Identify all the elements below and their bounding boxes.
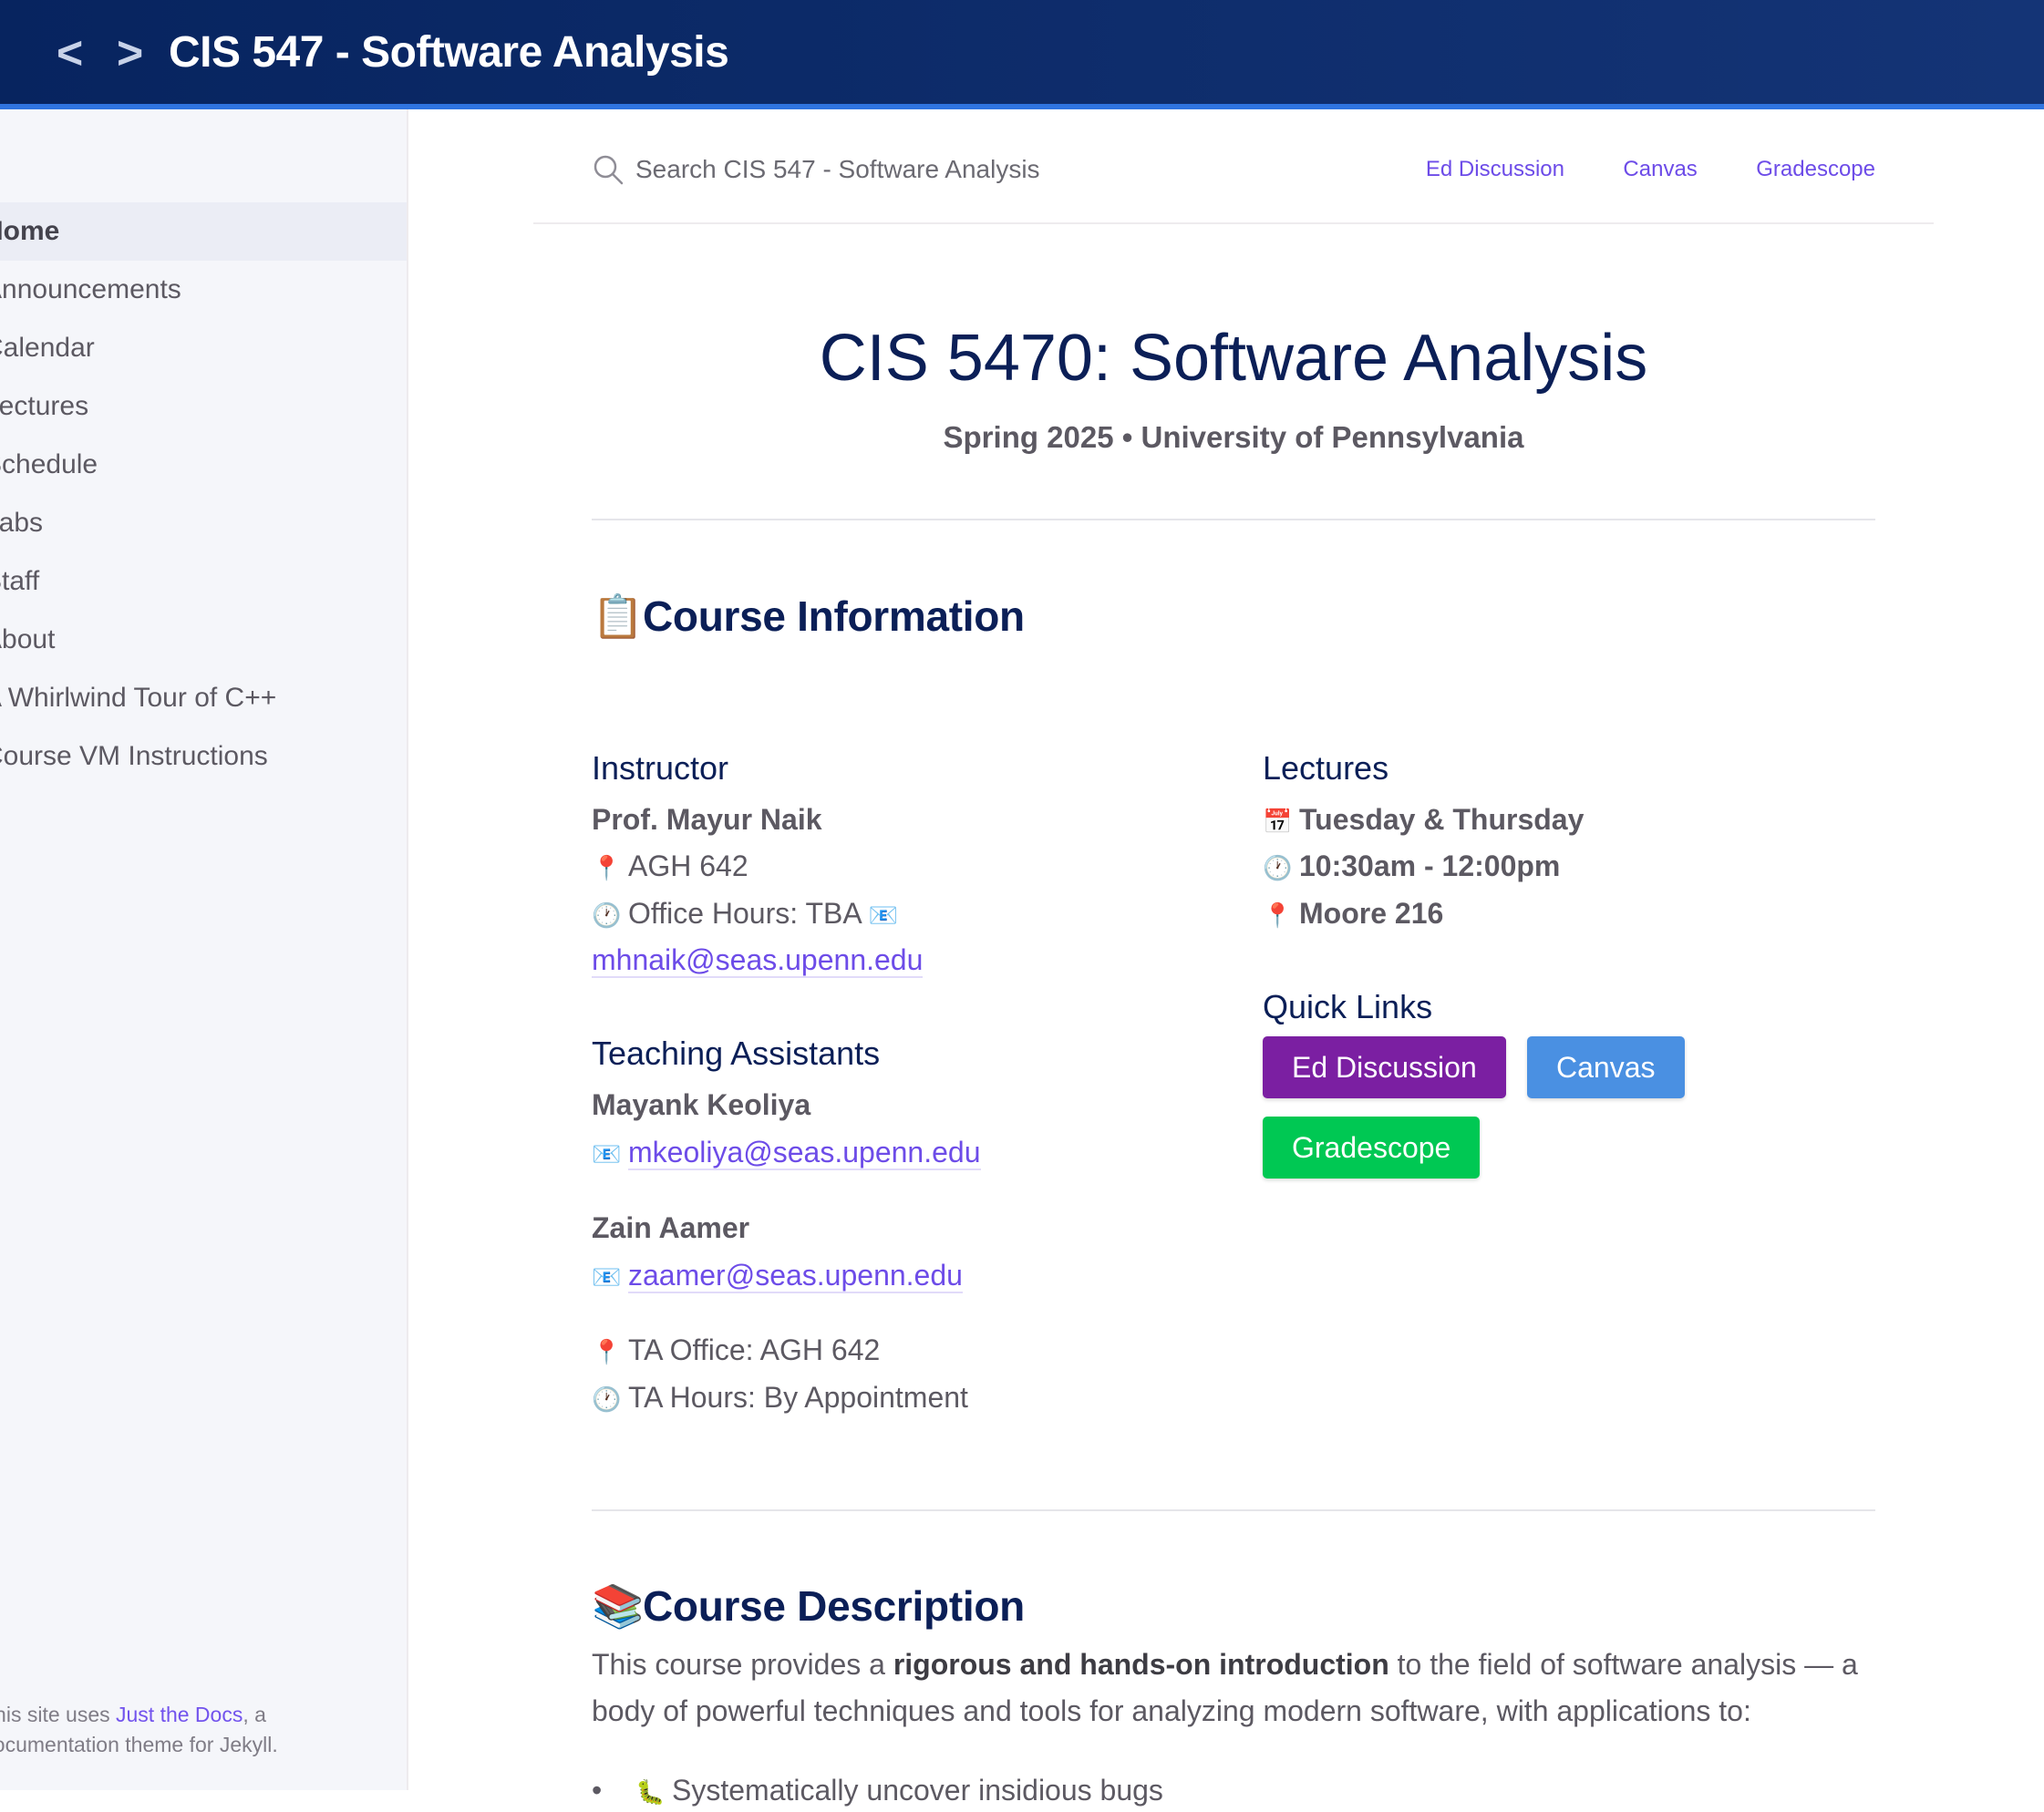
sidebar-item-label: Home xyxy=(0,216,60,246)
divider xyxy=(592,519,1875,520)
sidebar-item-label: Announcements xyxy=(0,274,181,304)
page-title: CIS 5470: Software Analysis xyxy=(819,322,1648,395)
sidebar-item-home[interactable]: Home xyxy=(0,202,407,261)
site-title[interactable]: CIS 547 - Software Analysis xyxy=(169,26,729,80)
ta-name: Zain Aamer xyxy=(592,1211,750,1244)
search-bar: Search CIS 547 - Software Analysis Ed Di… xyxy=(533,117,1934,224)
books-icon: 📚 xyxy=(592,1582,644,1630)
ta-email-link[interactable]: zaamer@seas.upenn.edu xyxy=(628,1259,963,1293)
instructor-email: mhnaik@seas.upenn.edu xyxy=(592,940,924,980)
aux-nav: Ed Discussion Canvas Gradescope xyxy=(1371,155,1875,184)
sidebar-item-labs[interactable]: Labs xyxy=(0,494,407,552)
canvas-button[interactable]: Canvas xyxy=(1527,1036,1685,1098)
aux-link-ed-discussion[interactable]: Ed Discussion xyxy=(1426,157,1564,181)
aux-link-canvas[interactable]: Canvas xyxy=(1623,157,1697,181)
instructor-email-link[interactable]: mhnaik@seas.upenn.edu xyxy=(592,943,924,978)
mail-icon: 📧 xyxy=(592,1140,622,1168)
footer-prefix: This site uses xyxy=(0,1703,110,1726)
course-desc-heading: 📚Course Description xyxy=(592,1579,1025,1633)
sidebar-item-calendar[interactable]: Calendar xyxy=(0,319,407,377)
gradescope-button[interactable]: Gradescope xyxy=(1263,1117,1481,1179)
instructor-hours: 🕐 Office Hours: TBA 📧 xyxy=(592,893,898,935)
sidebar-nav: Home Announcements Calendar Lectures Sch… xyxy=(0,202,407,786)
pin-icon: 📍 xyxy=(1263,901,1293,929)
lecture-room: 📍 Moore 216 xyxy=(1263,893,1443,935)
sidebar-footer: This site uses Just the Docs, a document… xyxy=(0,1700,383,1760)
sidebar-item-schedule[interactable]: Schedule xyxy=(0,436,407,494)
course-info-title: Course Information xyxy=(643,592,1025,640)
ta-email-link[interactable]: mkeoliya@seas.upenn.edu xyxy=(628,1136,981,1170)
sidebar-item-label: Course VM Instructions xyxy=(0,741,268,771)
ed-discussion-button[interactable]: Ed Discussion xyxy=(1263,1036,1506,1098)
mail-icon: 📧 xyxy=(592,1263,622,1291)
sidebar-item-label: Schedule xyxy=(0,449,98,479)
bug-icon: 🐛 xyxy=(635,1778,666,1806)
sidebar-item-staff[interactable]: Staff xyxy=(0,552,407,611)
sidebar-item-label: Lectures xyxy=(0,391,89,421)
instructor-office: 📍 AGH 642 xyxy=(592,846,748,888)
sidebar-item-about[interactable]: About xyxy=(0,611,407,669)
mail-icon: 📧 xyxy=(868,901,899,929)
sidebar-item-lectures[interactable]: Lectures xyxy=(0,377,407,436)
back-button[interactable]: < xyxy=(57,26,83,80)
ta-heading: Teaching Assistants xyxy=(592,1035,881,1072)
sidebar: Home Announcements Calendar Lectures Sch… xyxy=(0,109,408,1790)
lecture-days: 📅 Tuesday & Thursday xyxy=(1263,799,1584,841)
ta-email: 📧 mkeoliya@seas.upenn.edu xyxy=(592,1132,981,1174)
aux-link-gradescope[interactable]: Gradescope xyxy=(1756,157,1875,181)
pin-icon: 📍 xyxy=(592,854,622,881)
pin-icon: 📍 xyxy=(592,1338,622,1365)
just-the-docs-link[interactable]: Just the Docs xyxy=(116,1703,243,1726)
calendar-icon: 📅 xyxy=(1263,808,1293,835)
top-header: < > CIS 547 - Software Analysis xyxy=(0,0,2044,109)
clipboard-icon: 📋 xyxy=(592,592,644,640)
course-desc-title: Course Description xyxy=(643,1582,1025,1630)
clock-icon: 🕐 xyxy=(1263,854,1293,881)
sidebar-item-cpp-tour[interactable]: A Whirlwind Tour of C++ xyxy=(0,669,407,727)
forward-button[interactable]: > xyxy=(117,26,143,80)
sidebar-item-vm-instructions[interactable]: Course VM Instructions xyxy=(0,727,407,786)
clock-icon: 🕐 xyxy=(592,901,622,929)
main-content: Search CIS 547 - Software Analysis Ed Di… xyxy=(533,117,1934,1807)
list-item: • 🐛 Systematically uncover insidious bugs xyxy=(592,1770,1163,1812)
sidebar-item-label: About xyxy=(0,624,56,654)
ta-name: Mayank Keoliya xyxy=(592,1088,811,1121)
course-desc-paragraph: This course provides a rigorous and hand… xyxy=(592,1648,1858,1727)
search-input[interactable]: Search CIS 547 - Software Analysis xyxy=(635,153,1040,186)
instructor-name: Prof. Mayur Naik xyxy=(592,803,822,836)
sidebar-item-label: Staff xyxy=(0,566,40,596)
sidebar-item-label: Labs xyxy=(0,508,44,538)
lecture-time: 🕐 10:30am - 12:00pm xyxy=(1263,846,1560,888)
lectures-heading: Lectures xyxy=(1263,749,1389,787)
divider xyxy=(592,1509,1875,1511)
page-subtitle: Spring 2025 • University of Pennsylvania xyxy=(943,420,1524,454)
ta-hours: 🕐 TA Hours: By Appointment xyxy=(592,1377,968,1419)
quick-links-heading: Quick Links xyxy=(1263,988,1433,1025)
course-info-heading: 📋Course Information xyxy=(592,589,1025,643)
search-icon[interactable] xyxy=(592,153,625,186)
instructor-heading: Instructor xyxy=(592,749,729,787)
clock-icon: 🕐 xyxy=(592,1385,622,1413)
sidebar-item-label: A Whirlwind Tour of C++ xyxy=(0,683,277,713)
ta-office: 📍 TA Office: AGH 642 xyxy=(592,1330,880,1372)
sidebar-item-label: Calendar xyxy=(0,333,95,363)
ta-email: 📧 zaamer@seas.upenn.edu xyxy=(592,1255,963,1297)
sidebar-item-announcements[interactable]: Announcements xyxy=(0,261,407,319)
